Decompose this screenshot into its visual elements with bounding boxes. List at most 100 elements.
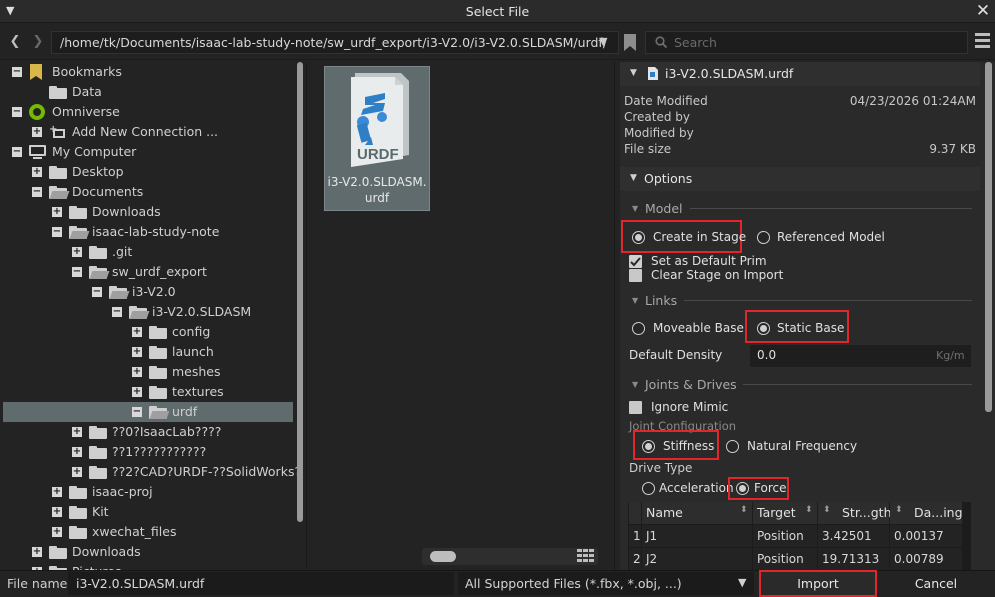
collapse-icon[interactable]: −: [132, 407, 142, 417]
zoom-slider-handle[interactable]: [430, 551, 456, 562]
tree-item[interactable]: + isaac-proj: [3, 482, 293, 502]
expand-icon[interactable]: +: [52, 207, 62, 217]
tree-scrollbar[interactable]: [297, 62, 303, 522]
set-default-prim-label[interactable]: Set as Default Prim: [651, 254, 767, 268]
moveable-base-label[interactable]: Moveable Base: [653, 321, 744, 335]
tree-item[interactable]: + Kit: [3, 502, 293, 522]
tree-item[interactable]: − My Computer: [3, 142, 293, 162]
collapse-icon[interactable]: −: [12, 107, 22, 117]
sort-name-icon[interactable]: ⬍: [740, 505, 748, 515]
natural-frequency-radio[interactable]: [726, 440, 739, 453]
import-button[interactable]: Import: [759, 570, 877, 597]
cancel-button[interactable]: Cancel: [880, 572, 992, 595]
collapse-icon[interactable]: −: [12, 67, 22, 77]
options-menu-icon[interactable]: [975, 33, 991, 51]
referenced-model-label[interactable]: Referenced Model: [777, 230, 885, 244]
tree-item[interactable]: − urdf: [3, 402, 293, 422]
sort-damping-icon[interactable]: ⬍: [895, 505, 903, 515]
tree-item[interactable]: + launch: [3, 342, 293, 362]
tree-item[interactable]: − i3-V2.0: [3, 282, 293, 302]
tree-item[interactable]: − Bookmarks: [3, 62, 293, 82]
collapse-joints-icon[interactable]: ▼: [632, 380, 638, 389]
sort-target-icon[interactable]: ⬍: [805, 505, 813, 515]
acceleration-label[interactable]: Acceleration: [659, 481, 734, 495]
expand-icon[interactable]: +: [52, 487, 62, 497]
referenced-model-radio[interactable]: [757, 231, 770, 244]
collapse-options-icon[interactable]: ▼: [630, 173, 637, 183]
bookmark-icon[interactable]: [623, 33, 637, 52]
ignore-mimic-checkbox[interactable]: [629, 401, 642, 414]
collapse-icon[interactable]: −: [32, 187, 42, 197]
tree-item[interactable]: + xwechat_files: [3, 522, 293, 542]
path-dropdown-icon[interactable]: ▼: [599, 33, 613, 51]
tree-item[interactable]: − i3-V2.0.SLDASM: [3, 302, 293, 322]
collapse-details-icon[interactable]: ▼: [630, 68, 637, 78]
collapse-icon[interactable]: −: [72, 267, 82, 277]
expand-icon[interactable]: +: [72, 427, 82, 437]
tree-item[interactable]: − sw_urdf_export: [3, 262, 293, 282]
expand-icon[interactable]: +: [132, 347, 142, 357]
path-field[interactable]: /home/tk/Documents/isaac-lab-study-note/…: [51, 31, 619, 54]
file-name-field[interactable]: i3-V2.0.SLDASM.urdf: [68, 572, 454, 595]
create-in-stage-radio[interactable]: [632, 231, 645, 244]
expand-icon[interactable]: +: [32, 127, 42, 137]
column-header-name[interactable]: Name: [642, 502, 752, 524]
joint-target-dropdown[interactable]: Position: [753, 548, 817, 570]
acceleration-radio[interactable]: [642, 482, 655, 495]
tree-item[interactable]: − Omniverse: [3, 102, 293, 122]
collapse-model-icon[interactable]: ▼: [632, 204, 638, 213]
joint-target-dropdown[interactable]: Position: [753, 525, 817, 547]
back-icon[interactable]: ❮: [7, 32, 23, 52]
joint-strength-field[interactable]: 19.71313: [818, 548, 889, 570]
tree-item[interactable]: + config: [3, 322, 293, 342]
tree-item[interactable]: Data: [3, 82, 293, 102]
tree-item[interactable]: − Documents: [3, 182, 293, 202]
collapse-links-icon[interactable]: ▼: [632, 296, 638, 305]
collapse-icon[interactable]: −: [112, 307, 122, 317]
file-type-filter[interactable]: All Supported Files (*.fbx, *.obj, ...): [458, 572, 754, 595]
tree-item[interactable]: + Desktop: [3, 162, 293, 182]
details-scrollbar[interactable]: [985, 62, 992, 412]
force-radio[interactable]: [736, 482, 749, 495]
tree-item[interactable]: + textures: [3, 382, 293, 402]
collapse-icon[interactable]: −: [12, 147, 22, 157]
grid-view-icon[interactable]: [577, 549, 595, 563]
tree-item[interactable]: + Downloads: [3, 542, 293, 562]
expand-icon[interactable]: +: [72, 247, 82, 257]
collapse-icon[interactable]: −: [52, 227, 62, 237]
tree-item[interactable]: +Pictures: [3, 562, 293, 570]
joint-strength-field[interactable]: 3.42501: [818, 525, 889, 547]
tree-item[interactable]: + Downloads: [3, 202, 293, 222]
expand-icon[interactable]: +: [32, 547, 42, 557]
expand-icon[interactable]: +: [72, 447, 82, 457]
tree-item[interactable]: + + Add New Connection ...: [3, 122, 293, 142]
tree-item[interactable]: + ??2?CAD?URDF-??SolidWorks??sc: [3, 462, 297, 482]
expand-icon[interactable]: +: [132, 367, 142, 377]
filter-dropdown-icon[interactable]: ▼: [738, 574, 752, 592]
tree-item[interactable]: + ??1???????????: [3, 442, 293, 462]
tree-item[interactable]: + .git: [3, 242, 293, 262]
stiffness-label[interactable]: Stiffness: [663, 439, 714, 453]
close-icon[interactable]: ✕: [974, 2, 992, 20]
static-base-label[interactable]: Static Base: [777, 321, 844, 335]
stiffness-radio[interactable]: [642, 440, 655, 453]
clear-stage-label[interactable]: Clear Stage on Import: [651, 268, 783, 282]
tree-item[interactable]: − isaac-lab-study-note: [3, 222, 293, 242]
tree-item[interactable]: + meshes: [3, 362, 293, 382]
expand-icon[interactable]: +: [52, 527, 62, 537]
ignore-mimic-label[interactable]: Ignore Mimic: [651, 400, 728, 414]
joint-damping-field[interactable]: 0.00789: [890, 548, 962, 570]
forward-icon[interactable]: ❯: [30, 32, 46, 52]
expand-icon[interactable]: +: [72, 467, 82, 477]
static-base-radio[interactable]: [757, 322, 770, 335]
expand-icon[interactable]: +: [52, 507, 62, 517]
moveable-base-radio[interactable]: [632, 322, 645, 335]
joint-damping-field[interactable]: 0.00137: [890, 525, 962, 547]
clear-stage-checkbox[interactable]: [629, 269, 642, 282]
natural-frequency-label[interactable]: Natural Frequency: [747, 439, 857, 453]
create-in-stage-label[interactable]: Create in Stage: [653, 230, 746, 244]
expand-icon[interactable]: +: [32, 167, 42, 177]
tree-item[interactable]: + ??0?IsaacLab????: [3, 422, 293, 442]
expand-icon[interactable]: +: [132, 327, 142, 337]
expand-icon[interactable]: +: [132, 387, 142, 397]
